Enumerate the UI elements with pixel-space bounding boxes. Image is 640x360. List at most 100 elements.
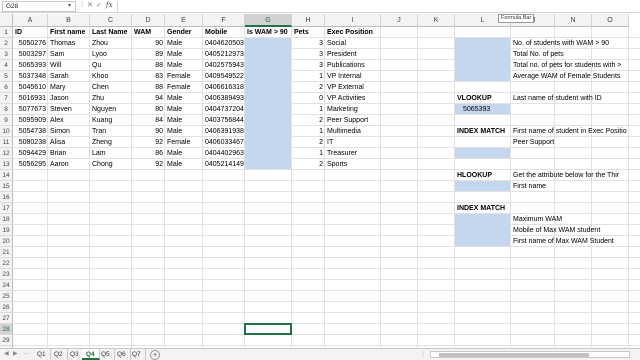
chevron-down-icon[interactable]: ▾ bbox=[68, 2, 71, 9]
enter-icon[interactable]: ✓ bbox=[96, 1, 102, 9]
vlookup-title[interactable]: VLOOKUP bbox=[455, 93, 511, 104]
column-header-h[interactable]: H bbox=[292, 14, 325, 27]
row-header-10[interactable]: 10 bbox=[0, 126, 13, 137]
student-first-name[interactable]: Mary bbox=[48, 82, 90, 93]
student-wam[interactable]: 92 bbox=[132, 137, 165, 148]
more-options-icon[interactable]: ⋮ bbox=[79, 1, 85, 8]
row-header-3[interactable]: 3 bbox=[0, 49, 13, 60]
header-id[interactable]: ID bbox=[13, 27, 48, 38]
student-first-name[interactable]: Sam bbox=[48, 49, 90, 60]
vlookup-id-value[interactable]: 5065393 bbox=[455, 104, 511, 115]
student-wam[interactable]: 88 bbox=[132, 82, 165, 93]
row-header-16[interactable]: 16 bbox=[0, 192, 13, 203]
student-gender[interactable]: Male bbox=[165, 115, 203, 126]
student-last-name[interactable]: Zheng bbox=[90, 137, 132, 148]
student-exec-position[interactable]: Treasurer bbox=[325, 148, 381, 159]
row-header-24[interactable]: 24 bbox=[0, 280, 13, 291]
student-id[interactable]: 5016931 bbox=[13, 93, 48, 104]
tab-q1[interactable]: Q1 bbox=[33, 349, 51, 360]
student-first-name[interactable]: Simon bbox=[48, 126, 90, 137]
hlookup-answer[interactable] bbox=[455, 181, 510, 191]
student-mobile[interactable]: 0404737204 bbox=[203, 104, 245, 115]
student-gender[interactable]: Male bbox=[165, 49, 203, 60]
column-header-e[interactable]: E bbox=[165, 14, 203, 27]
student-id[interactable]: 5080238 bbox=[13, 137, 48, 148]
student-id[interactable]: 5050276 bbox=[13, 38, 48, 49]
tab-q7[interactable]: Q7 bbox=[128, 349, 146, 360]
student-first-name[interactable]: Alex bbox=[48, 115, 90, 126]
student-exec-position[interactable]: Publications bbox=[325, 60, 381, 71]
student-mobile[interactable]: 0406033467 bbox=[203, 137, 245, 148]
student-first-name[interactable]: Alisa bbox=[48, 137, 90, 148]
student-last-name[interactable]: Lam bbox=[90, 148, 132, 159]
student-mobile[interactable]: 0405214149 bbox=[203, 159, 245, 170]
student-mobile[interactable]: 0404620503 bbox=[203, 38, 245, 49]
student-first-name[interactable]: Jason bbox=[48, 93, 90, 104]
tab-next-icon[interactable]: ▶ bbox=[13, 350, 18, 357]
cancel-icon[interactable]: ✕ bbox=[87, 1, 93, 9]
index-match-criteria[interactable]: Peer Support bbox=[511, 137, 629, 148]
header-wam[interactable]: WAM bbox=[132, 27, 165, 38]
student-wam[interactable]: 88 bbox=[132, 60, 165, 71]
student-exec-position[interactable]: Marketing bbox=[325, 104, 381, 115]
row-header-2[interactable]: 2 bbox=[0, 38, 13, 49]
hlookup-question[interactable]: Get the attribute below for the Thir bbox=[511, 170, 629, 181]
q-max-wam[interactable]: Maximum WAM bbox=[511, 214, 629, 225]
student-gender[interactable]: Male bbox=[165, 159, 203, 170]
q-pets-filter[interactable]: Total no. of pets for students with > bbox=[511, 60, 629, 71]
student-gender[interactable]: Male bbox=[165, 60, 203, 71]
student-pets[interactable]: 3 bbox=[292, 38, 325, 49]
student-wam[interactable]: 89 bbox=[132, 49, 165, 60]
row-header-9[interactable]: 9 bbox=[0, 115, 13, 126]
student-id[interactable]: 5003297 bbox=[13, 49, 48, 60]
row-header-14[interactable]: 14 bbox=[0, 170, 13, 181]
select-all-corner[interactable] bbox=[0, 14, 13, 27]
student-wam[interactable]: 83 bbox=[132, 71, 165, 82]
summary-answer-range[interactable] bbox=[455, 38, 510, 81]
hlookup-attribute[interactable]: First name bbox=[511, 181, 629, 192]
student-wam[interactable]: 90 bbox=[132, 126, 165, 137]
q-avg-female-wam[interactable]: Average WAM of Female Students bbox=[511, 71, 629, 82]
student-exec-position[interactable]: IT bbox=[325, 137, 381, 148]
student-last-name[interactable]: Tran bbox=[90, 126, 132, 137]
student-mobile[interactable]: 0402575943 bbox=[203, 60, 245, 71]
student-id[interactable]: 5054738 bbox=[13, 126, 48, 137]
student-id[interactable]: 5056295 bbox=[13, 159, 48, 170]
student-last-name[interactable]: Kuang bbox=[90, 115, 132, 126]
student-first-name[interactable]: Thomas bbox=[48, 38, 90, 49]
student-wam[interactable]: 84 bbox=[132, 115, 165, 126]
student-mobile[interactable]: 0406389493 bbox=[203, 93, 245, 104]
column-header-c[interactable]: C bbox=[90, 14, 132, 27]
row-header-12[interactable]: 12 bbox=[0, 148, 13, 159]
row-header-5[interactable]: 5 bbox=[0, 71, 13, 82]
row-header-18[interactable]: 18 bbox=[0, 214, 13, 225]
student-id[interactable]: 5045610 bbox=[13, 82, 48, 93]
column-header-k[interactable]: K bbox=[418, 14, 455, 27]
student-id[interactable]: 5065393 bbox=[13, 60, 48, 71]
q-max-wam-first-name[interactable]: First name of Max WAM Student bbox=[511, 236, 629, 247]
header-is-wam[interactable]: Is WAM > 90 bbox=[245, 27, 292, 38]
student-pets[interactable]: 2 bbox=[292, 159, 325, 170]
student-wam[interactable]: 86 bbox=[132, 148, 165, 159]
index-match-2-title[interactable]: INDEX MATCH bbox=[455, 203, 521, 214]
row-header-26[interactable]: 26 bbox=[0, 302, 13, 313]
student-pets[interactable]: 1 bbox=[292, 104, 325, 115]
student-pets[interactable]: 2 bbox=[292, 137, 325, 148]
student-mobile[interactable]: 0406616318 bbox=[203, 82, 245, 93]
student-exec-position[interactable]: VP External bbox=[325, 82, 381, 93]
row-header-19[interactable]: 19 bbox=[0, 225, 13, 236]
student-wam[interactable]: 90 bbox=[132, 38, 165, 49]
student-pets[interactable]: 1 bbox=[292, 126, 325, 137]
name-box[interactable]: G28 bbox=[2, 1, 76, 12]
active-cell-g28[interactable] bbox=[244, 323, 292, 335]
column-header-a[interactable]: A bbox=[13, 14, 48, 27]
row-header-20[interactable]: 20 bbox=[0, 236, 13, 247]
student-first-name[interactable]: Sarah bbox=[48, 71, 90, 82]
student-first-name[interactable]: Will bbox=[48, 60, 90, 71]
student-id[interactable]: 5077673 bbox=[13, 104, 48, 115]
student-last-name[interactable]: Qu bbox=[90, 60, 132, 71]
row-header-27[interactable]: 27 bbox=[0, 313, 13, 324]
header-last-name[interactable]: Last Name bbox=[90, 27, 132, 38]
student-gender[interactable]: Female bbox=[165, 137, 203, 148]
row-header-4[interactable]: 4 bbox=[0, 60, 13, 71]
